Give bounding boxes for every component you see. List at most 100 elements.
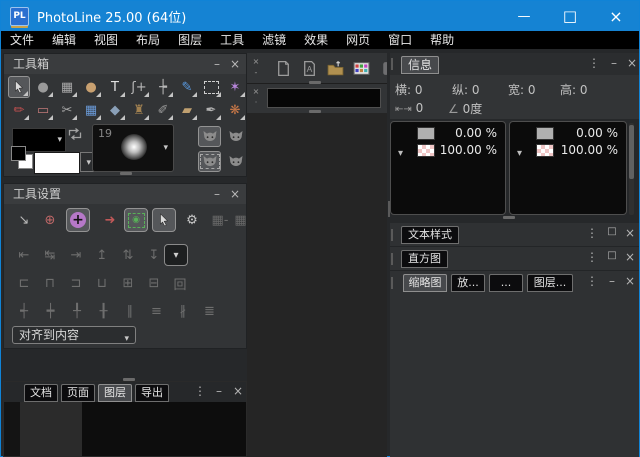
convert-button[interactable]: ➜ xyxy=(98,208,122,232)
tab-放...[interactable]: 放... xyxy=(451,274,485,292)
text-tool[interactable]: T xyxy=(104,76,126,98)
effect-brush-tool[interactable]: ❋ xyxy=(224,99,246,121)
eraser-tool[interactable]: ▭ xyxy=(32,99,54,121)
tab-info[interactable]: 信息 xyxy=(401,56,439,74)
open-file-icon[interactable] xyxy=(325,58,345,78)
shape-tool[interactable]: ● xyxy=(80,76,102,98)
align-button[interactable]: ╀ xyxy=(65,300,89,322)
expand-icon[interactable]: ▾ xyxy=(398,148,403,159)
tab-导出[interactable]: 导出 xyxy=(135,384,169,402)
align-button[interactable]: ⊓ xyxy=(38,272,62,294)
document-name-field[interactable] xyxy=(267,88,381,108)
clipped-icon[interactable] xyxy=(377,58,387,78)
pointer-button[interactable] xyxy=(152,208,176,232)
menu-item-9[interactable]: 网页 xyxy=(337,31,379,49)
skew-transform-button[interactable]: ↘ xyxy=(12,208,36,232)
foreground-color-dropdown-icon[interactable]: ▾ xyxy=(57,135,62,145)
layer-list-column[interactable] xyxy=(20,402,82,456)
more-align-options-button[interactable]: ▾ xyxy=(164,244,188,266)
paintbrush-tool[interactable]: ✏ xyxy=(8,99,30,121)
align-button[interactable]: ⊏ xyxy=(12,272,36,294)
layer-preview-area[interactable] xyxy=(82,402,246,456)
close-button[interactable]: × xyxy=(593,1,639,31)
options-gear-button[interactable]: ⚙ xyxy=(180,208,204,232)
move-tool[interactable] xyxy=(8,76,30,98)
brush-dropdown-icon[interactable]: ▾ xyxy=(163,143,168,153)
transform-grid-tool[interactable]: ▦ xyxy=(56,76,78,98)
opacity-editor-1[interactable]: ▾0.00 %100.00 % xyxy=(390,121,506,215)
menu-item-3[interactable]: 视图 xyxy=(85,31,127,49)
virtual-center-button[interactable]: + xyxy=(66,208,90,232)
magic-wand-tool[interactable]: ✶ xyxy=(224,76,246,98)
tab-图层[interactable]: 图层 xyxy=(98,384,132,402)
lasso-tool[interactable]: ● xyxy=(32,76,54,98)
show-handles-button[interactable]: ◉ xyxy=(124,208,148,232)
quill-tool[interactable]: ✒ xyxy=(200,99,222,121)
selection-cat-button[interactable] xyxy=(198,151,221,172)
align-button[interactable]: ╂ xyxy=(92,300,116,322)
scrollbar-thumb[interactable] xyxy=(629,125,634,179)
align-button[interactable]: ┿ xyxy=(39,300,63,322)
panel-close-icon[interactable]: × xyxy=(623,250,637,264)
clip-cat-button[interactable] xyxy=(224,151,247,172)
align-button[interactable]: 回 xyxy=(168,272,192,294)
swap-colors-icon[interactable] xyxy=(67,126,83,142)
color-stop-swatch[interactable] xyxy=(417,127,435,140)
toolbox-close-button[interactable]: × xyxy=(228,54,242,74)
toolbox-minimize-button[interactable]: – xyxy=(210,54,224,74)
dock-grip[interactable] xyxy=(391,277,393,289)
tab-页面[interactable]: 页面 xyxy=(61,384,95,402)
align-button[interactable]: ⊔ xyxy=(90,272,114,294)
eyedropper-tool[interactable]: ✎ xyxy=(176,76,198,98)
new-text-document-icon[interactable]: A xyxy=(299,58,319,78)
align-mode-dropdown[interactable]: 对齐到内容 ▾ xyxy=(12,326,136,344)
menu-item-2[interactable]: 编辑 xyxy=(43,31,85,49)
dock-grip[interactable] xyxy=(391,229,393,241)
airbrush-tool[interactable]: ✐ xyxy=(152,99,174,121)
align-button[interactable]: ↥ xyxy=(90,244,114,266)
transparency-stop-swatch[interactable] xyxy=(417,144,435,157)
menu-item-10[interactable]: 窗口 xyxy=(379,31,421,49)
knife-tool[interactable]: ✂ xyxy=(56,99,78,121)
fill-tool[interactable]: ◆ xyxy=(104,99,126,121)
select-rectangle-tool[interactable] xyxy=(200,76,222,98)
mask-cat-button[interactable] xyxy=(224,126,247,147)
tab-直方图[interactable]: 直方图 xyxy=(401,250,448,268)
canvas-area[interactable] xyxy=(247,113,387,457)
align-button[interactable]: ≡ xyxy=(145,300,169,322)
panel-menu-icon[interactable]: ⋮ xyxy=(193,384,207,398)
panel-resize-notch[interactable] xyxy=(120,172,132,175)
scrollbar[interactable] xyxy=(629,123,634,215)
panel-maximize-icon[interactable]: □ xyxy=(605,250,619,261)
registration-button[interactable]: ⊕ xyxy=(38,208,62,232)
menu-item-6[interactable]: 工具 xyxy=(211,31,253,49)
menu-item-5[interactable]: 图层 xyxy=(169,31,211,49)
menu-item-1[interactable]: 文件 xyxy=(1,31,43,49)
align-button[interactable]: ⇤ xyxy=(12,244,36,266)
tab-缩略图[interactable]: 缩略图 xyxy=(403,274,447,292)
dock-grip[interactable] xyxy=(391,58,393,70)
panel-maximize-icon[interactable]: □ xyxy=(605,226,619,237)
panel-menu-icon[interactable]: ⋮ xyxy=(585,250,599,264)
info-close-icon[interactable]: × xyxy=(625,56,639,70)
dock-grip[interactable] xyxy=(391,253,393,265)
color-stop-swatch[interactable] xyxy=(536,127,554,140)
align-button[interactable]: ⇅ xyxy=(116,244,140,266)
menu-item-11[interactable]: 帮助 xyxy=(421,31,463,49)
stamp-tool[interactable]: ♜ xyxy=(128,99,150,121)
layer-cat-button[interactable] xyxy=(198,126,221,147)
align-button[interactable]: ≣ xyxy=(198,300,222,322)
panel-close-icon[interactable]: × xyxy=(231,384,245,398)
panel-resize-notch[interactable] xyxy=(503,216,515,219)
transparency-stop-swatch[interactable] xyxy=(536,144,554,157)
align-button[interactable]: ⊐ xyxy=(64,272,88,294)
opacity-editor-2[interactable]: ▾0.00 %100.00 % xyxy=(509,121,627,215)
dock-collapse-icon[interactable]: ‐ xyxy=(251,69,261,77)
tab-文本样式[interactable]: 文本样式 xyxy=(401,226,459,244)
panel-menu-icon[interactable]: ⋮ xyxy=(585,226,599,240)
align-button[interactable]: ⊞ xyxy=(116,272,140,294)
brush-preview[interactable]: 19 ▾ xyxy=(92,124,174,172)
align-button[interactable]: ∦ xyxy=(171,300,195,322)
maximize-button[interactable]: □ xyxy=(547,1,593,31)
panel-minimize-icon[interactable]: – xyxy=(212,384,226,398)
